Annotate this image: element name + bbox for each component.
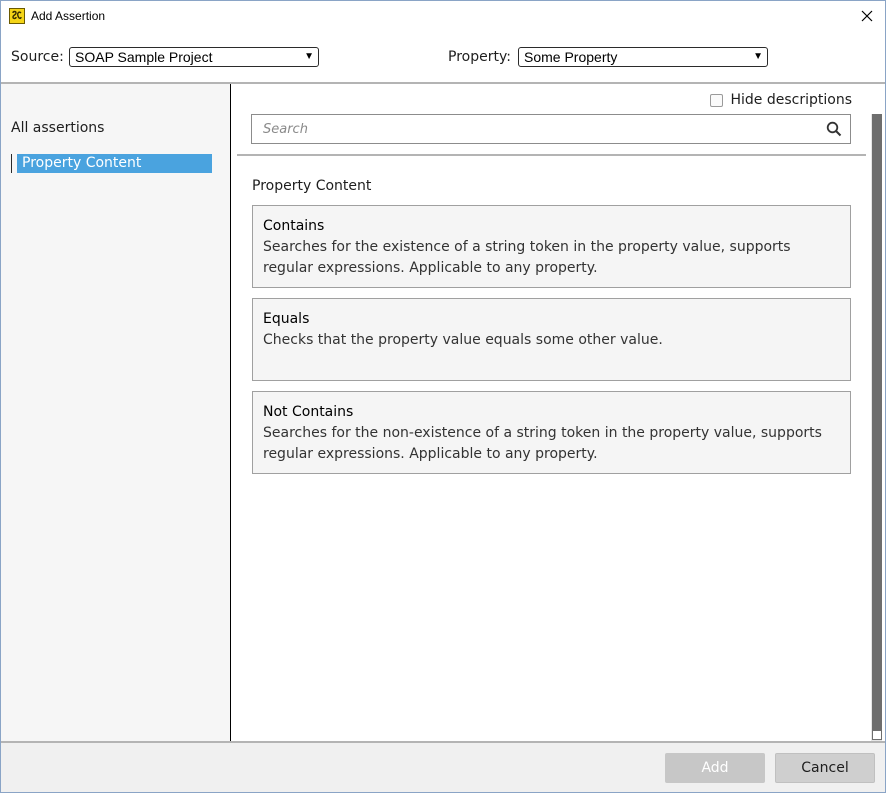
hide-descriptions-label: Hide descriptions xyxy=(730,92,852,108)
search-input[interactable]: Search xyxy=(251,114,851,144)
source-select-value: SOAP Sample Project xyxy=(75,49,213,65)
hide-descriptions-toggle[interactable]: Hide descriptions xyxy=(710,92,852,108)
options-bar: Hide descriptions xyxy=(232,84,885,114)
dialog-footer: Add Cancel xyxy=(1,743,885,792)
assertion-name: Not Contains xyxy=(263,404,354,420)
section-title: Property Content xyxy=(252,178,372,194)
tree-line xyxy=(11,154,12,173)
scrollbar-end xyxy=(872,730,882,740)
cancel-button[interactable]: Cancel xyxy=(775,753,875,783)
assertion-name: Contains xyxy=(263,218,325,234)
sidebar-item-property-content[interactable]: Property Content xyxy=(11,154,212,173)
property-label: Property: xyxy=(448,49,511,65)
property-select[interactable]: Some Property ▼ xyxy=(518,47,768,67)
hide-descriptions-checkbox[interactable] xyxy=(710,93,724,107)
title-bar: Add Assertion xyxy=(1,1,885,32)
source-select[interactable]: SOAP Sample Project ▼ xyxy=(69,47,319,67)
source-property-row: Source: SOAP Sample Project ▼ Property: … xyxy=(1,32,885,82)
scrollbar-thumb[interactable] xyxy=(872,114,882,730)
assertion-card-not-contains[interactable]: Not Contains Searches for the non-existe… xyxy=(252,391,851,474)
search-placeholder: Search xyxy=(263,122,308,137)
window-title: Add Assertion xyxy=(31,9,106,23)
source-label: Source: xyxy=(11,49,64,65)
close-button[interactable] xyxy=(853,3,881,29)
assertion-card-contains[interactable]: Contains Searches for the existence of a… xyxy=(252,205,851,288)
dropdown-arrow-icon: ▼ xyxy=(304,51,314,62)
all-assertions-heading[interactable]: All assertions xyxy=(11,120,104,136)
assertion-categories-panel: All assertions Property Content xyxy=(1,84,231,741)
search-icon[interactable] xyxy=(826,121,842,137)
close-icon xyxy=(861,10,873,22)
sidebar-item-label: Property Content xyxy=(17,154,212,173)
dropdown-arrow-icon: ▼ xyxy=(753,51,763,62)
soapui-icon xyxy=(9,8,25,24)
add-button[interactable]: Add xyxy=(665,753,765,783)
assertion-card-equals[interactable]: Equals Checks that the property value eq… xyxy=(252,298,851,381)
assertion-name: Equals xyxy=(263,311,310,327)
assertion-description: Checks that the property value equals so… xyxy=(263,332,663,348)
assertion-description: Searches for the existence of a string t… xyxy=(263,239,791,276)
add-assertion-dialog: Add Assertion Source: SOAP Sample Projec… xyxy=(0,0,886,793)
assertion-description: Searches for the non-existence of a stri… xyxy=(263,425,822,462)
divider xyxy=(237,154,866,156)
property-select-value: Some Property xyxy=(524,49,618,65)
